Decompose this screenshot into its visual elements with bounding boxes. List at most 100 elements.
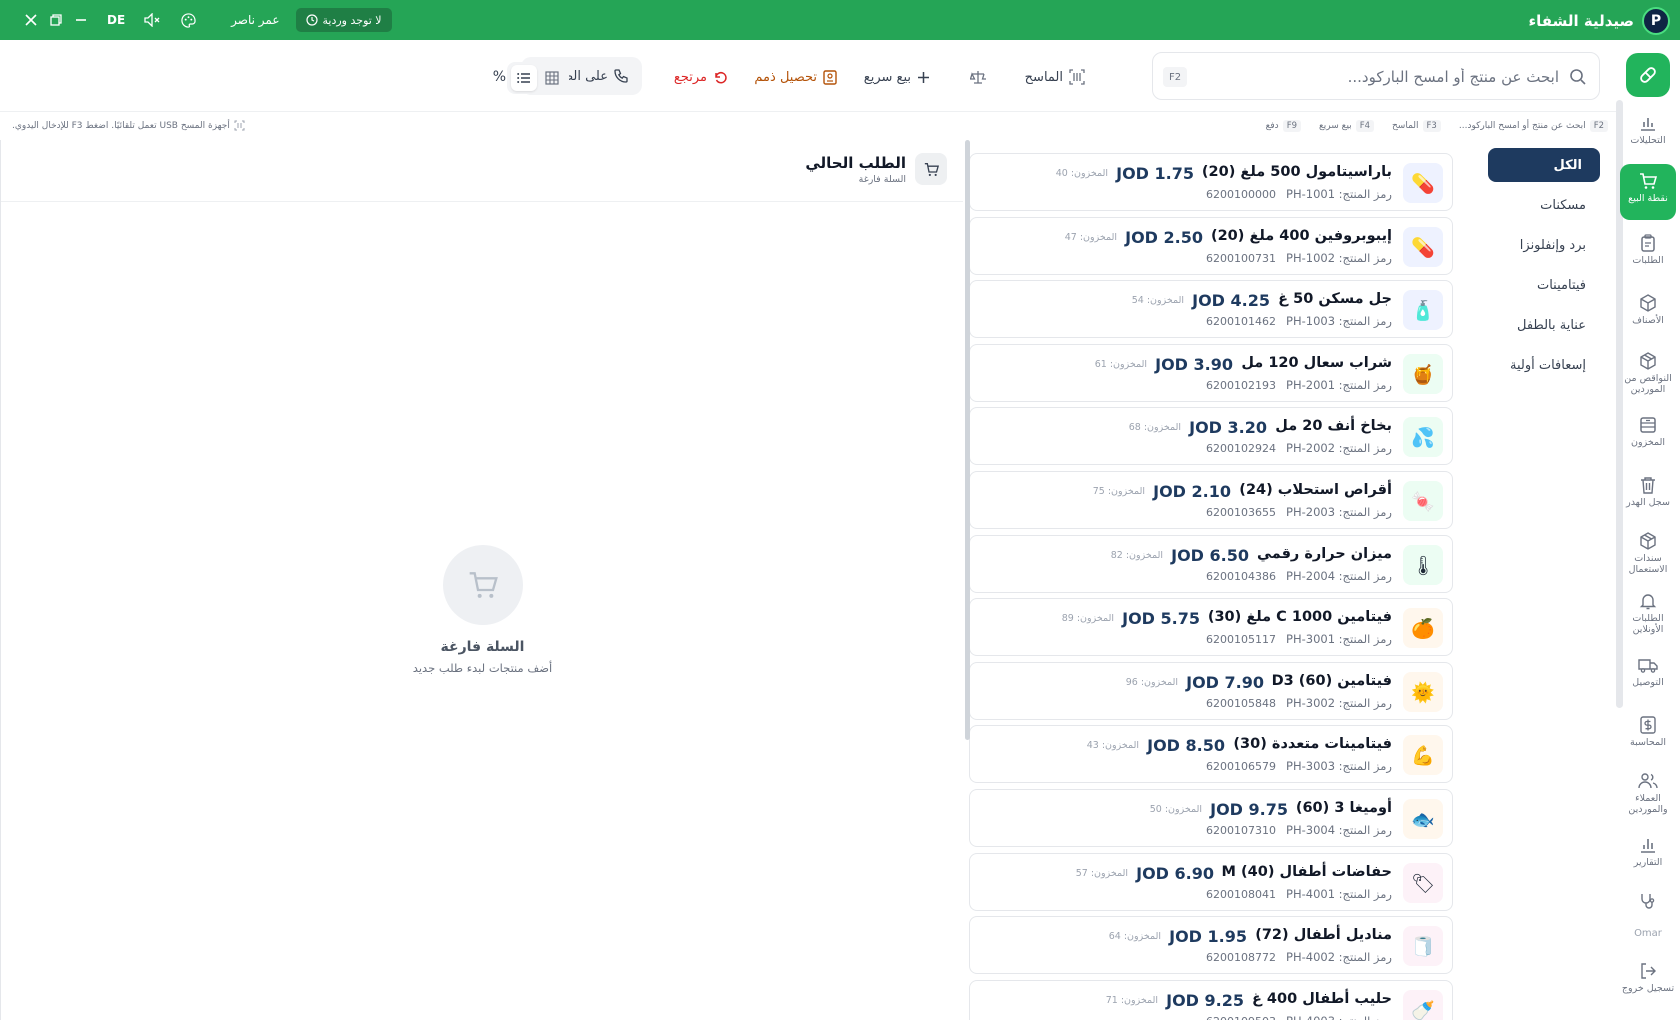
product-card[interactable]: 🧻 مناديل أطفال (72) JOD 1.95 المخزون: 64 رمز… (969, 916, 1453, 974)
category-vitamins[interactable]: فيتامينات (1488, 268, 1600, 302)
product-price: JOD 5.75 (1122, 609, 1200, 628)
sidebar-item-analytics[interactable]: التحليلات (1620, 110, 1676, 162)
volume-mute-icon[interactable] (139, 0, 164, 40)
product-card[interactable]: 🌞 فيتامين D3 (60) JOD 7.90 المخزون: 96 رمز ا… (969, 662, 1453, 720)
return-button[interactable]: مرتجع (674, 60, 727, 94)
product-card[interactable]: 💊 باراسيتامول 500 ملغ (20) JOD 1.75 المخزون… (969, 153, 1453, 211)
window-controls: DE عمر ناصر لا توجد وردية (18, 0, 392, 40)
barcode-scan-icon (1069, 69, 1085, 85)
product-thumbnail-icon: 🏷 (1403, 863, 1443, 903)
product-code: رمز المنتج: PH-4001 (1286, 887, 1392, 901)
product-list-scrollbar[interactable] (965, 140, 970, 740)
sidebar-item-customers-suppliers[interactable]: العملاء والموردين (1620, 772, 1676, 830)
truck-icon (1638, 659, 1658, 673)
sidebar-item-waste-log[interactable]: سجل الهدر (1620, 476, 1676, 528)
sidebar-item-delivery[interactable]: التوصيل (1620, 656, 1676, 708)
product-card[interactable]: 🍼 حليب أطفال 400 غ JOD 9.25 المخزون: 71 رمز … (969, 980, 1453, 1020)
user-name[interactable]: عمر ناصر (231, 13, 279, 27)
product-name: ميزان حرارة رقمي (1257, 546, 1392, 562)
logout-label: تسجيل خروج (1621, 983, 1675, 994)
product-barcode: 6200106579 (1206, 760, 1276, 773)
empty-cart-title: السلة فارغة (440, 639, 525, 655)
product-code: رمز المنتج: PH-3001 (1286, 632, 1392, 646)
sidebar-item-pos[interactable]: نقطة البيع (1620, 164, 1676, 220)
shortcut-hints: F2 ابحث عن منتج أو امسح الباركود... F3 الم… (0, 112, 1616, 140)
product-card[interactable]: 💊 إيبوبروفين 400 ملغ (20) JOD 2.50 المخزون:… (969, 217, 1453, 275)
product-card[interactable]: 💦 بخاخ أنف 20 مل JOD 3.20 المخزون: 68 رمز ال… (969, 407, 1453, 465)
sidebar-item-orders[interactable]: الطلبات (1620, 234, 1676, 286)
product-stock: المخزون: 71 (1105, 995, 1158, 1006)
product-barcode: 6200107310 (1206, 824, 1276, 837)
current-order-panel: الطلب الحالي السلة فارغة السلة فارغة أضف… (0, 140, 963, 1020)
grid-view-button[interactable] (539, 65, 565, 91)
category-list: الكل مسكنات برد وإنفلونزا فيتامينات عناي… (1488, 148, 1600, 388)
clock-icon (305, 14, 318, 26)
hint-scanner: F3 الماسح (1392, 120, 1441, 132)
category-painkillers[interactable]: مسكنات (1488, 188, 1600, 222)
logout-button[interactable]: تسجيل خروج (1620, 962, 1676, 1012)
sidebar-item-partial[interactable] (1620, 892, 1676, 920)
product-card[interactable]: 🐟 أوميغا 3 (60) JOD 9.75 المخزون: 50 رمز الم… (969, 789, 1453, 847)
product-price: JOD 2.50 (1125, 228, 1203, 247)
product-name: فيتامين D3 (60) (1271, 673, 1392, 689)
product-stock: المخزون: 75 (1092, 486, 1145, 497)
order-header: الطلب الحالي السلة فارغة (1, 140, 963, 202)
product-list: 💊 باراسيتامول 500 ملغ (20) JOD 1.75 المخزون… (965, 140, 1469, 1020)
restore-icon[interactable] (43, 0, 68, 40)
phone-icon (614, 69, 628, 83)
product-stock: المخزون: 57 (1075, 868, 1128, 879)
category-cold-flu[interactable]: برد وإنفلونزا (1488, 228, 1600, 262)
minimize-icon[interactable] (68, 0, 93, 40)
users-icon (1638, 773, 1658, 789)
sidebar-item-products[interactable]: الأصناف (1620, 294, 1676, 346)
quick-sale-button[interactable]: بيع سريع (864, 60, 930, 94)
scanner-button[interactable]: الماسح (1025, 60, 1085, 94)
scale-button[interactable] (970, 60, 986, 94)
palette-icon[interactable] (176, 0, 201, 40)
product-thumbnail-icon: 🍊 (1403, 608, 1443, 648)
language-switch[interactable]: DE (107, 13, 125, 27)
product-price: JOD 3.90 (1155, 355, 1233, 374)
product-card[interactable]: 🧴 جل مسكن 50 غ JOD 4.25 المخزون: 54 رمز المن… (969, 280, 1453, 338)
category-all[interactable]: الكل (1488, 148, 1600, 182)
product-thumbnail-icon: 💦 (1403, 417, 1443, 457)
search-box[interactable]: F2 (1152, 52, 1600, 100)
sidebar-item-online-orders[interactable]: الطلبات الأونلاين (1620, 592, 1676, 650)
shift-badge[interactable]: لا توجد وردية (295, 8, 392, 32)
product-card[interactable]: 🍬 أقراص استحلاب (24) JOD 2.10 المخزون: 75 رم… (969, 471, 1453, 529)
product-stock: المخزون: 68 (1128, 422, 1181, 433)
sidebar-item-label: الطلبات الأونلاين (1632, 613, 1664, 635)
product-code: رمز المنتج: PH-2003 (1286, 505, 1392, 519)
usb-scanner-note: أجهزة المسح USB تعمل تلقائيًا. اضغط F3 ل… (12, 120, 245, 131)
product-stock: المخزون: 64 (1108, 931, 1161, 942)
product-stock: المخزون: 50 (1149, 804, 1202, 815)
sidebar-item-shortages[interactable]: النواقص من الموردين (1620, 352, 1676, 410)
list-view-button[interactable] (511, 65, 537, 91)
empty-cart-subtitle: أضف منتجات لبدء طلب جديد (412, 661, 553, 675)
sidebar-item-reports[interactable]: التقارير (1620, 836, 1676, 888)
title-bar: P صيدلية الشفاء DE عمر ناصر لا توجد وردي… (0, 0, 1680, 40)
product-card[interactable]: 🌡 ميزان حرارة رقمي JOD 6.50 المخزون: 82 رمز … (969, 535, 1453, 593)
product-card[interactable]: 🍊 فيتامين C 1000 ملغ (30) JOD 5.75 المخزون:… (969, 598, 1453, 656)
collect-debt-button[interactable]: تحصيل ذمم (754, 60, 837, 94)
product-card[interactable]: 💪 فيتامينات متعددة (30) JOD 8.50 المخزون: 4… (969, 725, 1453, 783)
pill-logo-button[interactable] (1626, 53, 1670, 97)
close-icon[interactable] (18, 0, 43, 40)
product-barcode: 6200101462 (1206, 315, 1276, 328)
sidebar-item-accounting[interactable]: المحاسبة (1620, 716, 1676, 768)
product-name: فيتامين C 1000 ملغ (30) (1207, 609, 1392, 625)
category-first-aid[interactable]: إسعافات أولية (1488, 348, 1600, 382)
product-card[interactable]: 🏷 حفاضات أطفال (40) M JOD 6.90 المخزون: 57 ر… (969, 853, 1453, 911)
search-input[interactable] (1259, 65, 1559, 89)
category-baby-care[interactable]: عناية بالطفل (1488, 308, 1600, 342)
product-price: JOD 4.25 (1192, 291, 1270, 310)
product-thumbnail-icon: 🧻 (1403, 926, 1443, 966)
sidebar-item-inventory[interactable]: المخزون (1620, 416, 1676, 468)
clipboard-icon (1641, 234, 1655, 252)
product-card[interactable]: 🍯 شراب سعال 120 مل JOD 3.90 المخزون: 61 رمز … (969, 344, 1453, 402)
product-barcode: 6200102193 (1206, 379, 1276, 392)
product-stock: المخزون: 43 (1086, 740, 1139, 751)
discount-button[interactable]: % (493, 60, 506, 94)
sidebar-item-usage-vouchers[interactable]: سندات الاستعمال (1620, 532, 1676, 590)
brand: P صيدلية الشفاء (1529, 7, 1670, 35)
